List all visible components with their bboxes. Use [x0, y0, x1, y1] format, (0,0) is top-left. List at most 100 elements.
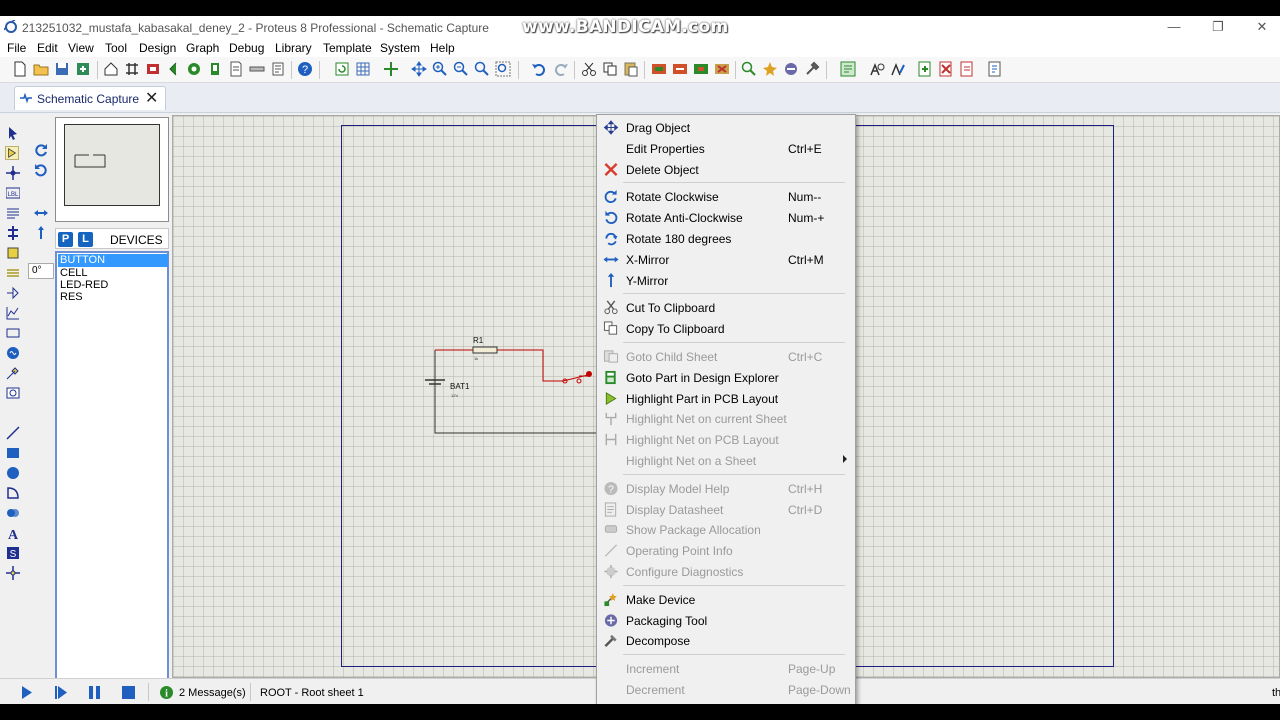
- paste-icon[interactable]: [623, 61, 639, 77]
- pick-devices-button[interactable]: P: [58, 232, 73, 247]
- menu-system[interactable]: System: [380, 41, 420, 55]
- pause-icon[interactable]: [89, 686, 100, 699]
- menu-item-packaging-tool[interactable]: Packaging Tool: [599, 610, 853, 630]
- notes-icon[interactable]: [270, 61, 286, 77]
- help-circle-icon[interactable]: ?: [297, 61, 313, 77]
- menu-item-cut-to-clipboard[interactable]: Cut To Clipboard: [599, 297, 853, 317]
- zoom-all-icon[interactable]: [474, 61, 490, 77]
- play-icon[interactable]: [21, 686, 33, 699]
- y-mirror-tool-icon[interactable]: [34, 226, 48, 240]
- open-folder-icon[interactable]: [33, 61, 49, 77]
- x-mirror-tool-icon[interactable]: [34, 206, 48, 220]
- home-icon[interactable]: [103, 61, 119, 77]
- pcb-layout-icon[interactable]: [145, 61, 161, 77]
- menu-view[interactable]: View: [68, 41, 94, 55]
- rotate-anticlockwise-tool-icon[interactable]: [34, 163, 48, 177]
- zoom-area-icon[interactable]: [495, 61, 511, 77]
- selection-mode-icon[interactable]: [6, 126, 20, 140]
- wire-label-icon[interactable]: LBL: [6, 186, 20, 200]
- remove-sheet-icon[interactable]: [938, 61, 954, 77]
- menu-item-x-mirror[interactable]: X-Mirror Ctrl+M: [599, 249, 853, 269]
- block-delete-icon[interactable]: [714, 61, 730, 77]
- menu-item-y-mirror[interactable]: Y-Mirror: [599, 270, 853, 290]
- marker-2d-icon[interactable]: [6, 566, 20, 580]
- menu-item-rotate-180-degrees[interactable]: Rotate 180 degrees: [599, 228, 853, 248]
- subcircuit-icon[interactable]: [6, 246, 20, 260]
- tab-schematic-capture[interactable]: Schematic Capture ✕: [14, 86, 166, 110]
- menu-item-delete-object[interactable]: Delete Object: [599, 159, 853, 179]
- stop-icon[interactable]: [122, 686, 135, 699]
- text-script-icon[interactable]: [6, 206, 20, 220]
- refresh-icon[interactable]: [334, 61, 350, 77]
- step-icon[interactable]: [55, 686, 68, 699]
- menu-item-copy-to-clipboard[interactable]: Copy To Clipboard: [599, 318, 853, 338]
- resistor-r1[interactable]: [472, 346, 498, 354]
- close-window-button[interactable]: ✕: [1240, 16, 1280, 39]
- arc-2d-icon[interactable]: [6, 486, 20, 500]
- menu-item-highlight-part-in-pcb-layout[interactable]: Highlight Part in PCB Layout: [599, 388, 853, 408]
- device-item-res[interactable]: RES: [58, 291, 168, 304]
- document-icon[interactable]: [228, 61, 244, 77]
- search-tag-icon[interactable]: [869, 61, 885, 77]
- circle-2d-icon[interactable]: [6, 466, 20, 480]
- library-manager-button[interactable]: L: [78, 232, 93, 247]
- exit-to-parent-icon[interactable]: [959, 61, 975, 77]
- menu-file[interactable]: File: [7, 41, 26, 55]
- net-list-icon[interactable]: [249, 61, 265, 77]
- grid-icon[interactable]: [355, 61, 371, 77]
- decompose-toolbar-icon[interactable]: [804, 61, 820, 77]
- annotator-icon[interactable]: [840, 61, 856, 77]
- copy-toolbar-icon[interactable]: [602, 61, 618, 77]
- line-2d-icon[interactable]: [6, 426, 20, 440]
- block-move-icon[interactable]: [672, 61, 688, 77]
- message-count[interactable]: 2 Message(s): [179, 687, 246, 699]
- wire-ground[interactable]: [434, 350, 613, 434]
- menu-edit[interactable]: Edit: [37, 41, 58, 55]
- menu-tool[interactable]: Tool: [105, 41, 127, 55]
- menu-help[interactable]: Help: [430, 41, 455, 55]
- undo-icon[interactable]: [531, 61, 547, 77]
- tape-recorder-icon[interactable]: [6, 326, 20, 340]
- voltage-probe-icon[interactable]: [6, 366, 20, 380]
- overview-window[interactable]: [55, 117, 169, 222]
- box-2d-icon[interactable]: [6, 446, 20, 460]
- path-2d-icon[interactable]: [6, 506, 20, 520]
- back-icon[interactable]: [166, 61, 182, 77]
- property-assign-icon[interactable]: [890, 61, 906, 77]
- gerber-icon[interactable]: [186, 61, 202, 77]
- menu-item-decompose[interactable]: Decompose: [599, 630, 853, 650]
- menu-item-make-device[interactable]: Make Device: [599, 589, 853, 609]
- bom-icon[interactable]: [207, 61, 223, 77]
- menu-item-rotate-anti-clockwise[interactable]: Rotate Anti-Clockwise Num-+: [599, 207, 853, 227]
- menu-template[interactable]: Template: [323, 41, 372, 55]
- buses-icon[interactable]: [6, 226, 20, 240]
- generator-icon[interactable]: [6, 346, 20, 360]
- minimize-button[interactable]: —: [1152, 16, 1196, 39]
- zoom-in-icon[interactable]: [432, 61, 448, 77]
- menu-item-toggle[interactable]: ToggleSpace: [599, 700, 853, 705]
- virtual-instrument-icon[interactable]: [6, 386, 20, 400]
- new-file-icon[interactable]: [12, 61, 28, 77]
- terminals-icon[interactable]: [6, 266, 20, 280]
- packaging-toolbar-icon[interactable]: [783, 61, 799, 77]
- device-pins-icon[interactable]: [6, 286, 20, 300]
- info-icon[interactable]: i: [160, 686, 173, 699]
- menu-graph[interactable]: Graph: [186, 41, 219, 55]
- cut-icon[interactable]: [581, 61, 597, 77]
- design-notes-icon[interactable]: [987, 61, 1003, 77]
- tab-close-icon[interactable]: ✕: [145, 88, 158, 108]
- import-icon[interactable]: [75, 61, 91, 77]
- rotate-clockwise-tool-icon[interactable]: [34, 143, 48, 157]
- redo-icon[interactable]: [553, 61, 569, 77]
- component-mode-icon[interactable]: [5, 146, 19, 160]
- menu-design[interactable]: Design: [139, 41, 176, 55]
- text-2d-icon[interactable]: A: [6, 526, 20, 540]
- junction-dot-icon[interactable]: [6, 166, 20, 180]
- save-icon[interactable]: [54, 61, 70, 77]
- pick-device-icon[interactable]: [741, 61, 757, 77]
- restore-button[interactable]: ❐: [1196, 16, 1240, 39]
- menu-library[interactable]: Library: [275, 41, 312, 55]
- block-copy-icon[interactable]: [651, 61, 667, 77]
- symbol-2d-icon[interactable]: S: [6, 546, 20, 560]
- menu-debug[interactable]: Debug: [229, 41, 264, 55]
